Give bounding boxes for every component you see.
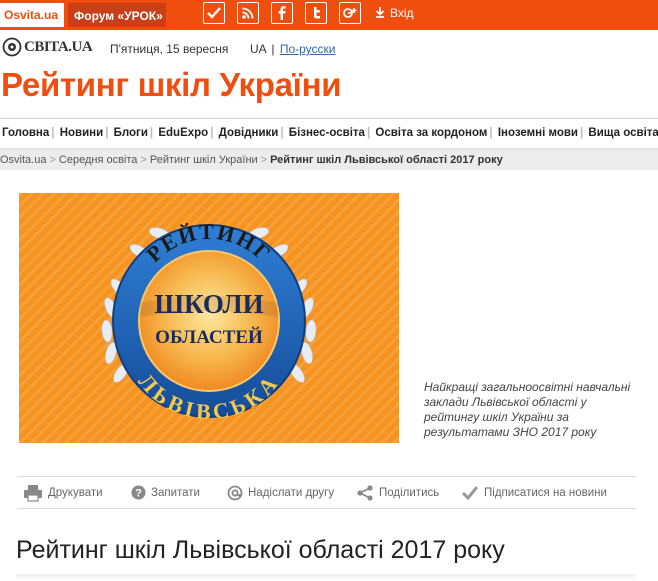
- twitter-icon[interactable]: [305, 2, 327, 24]
- lang-current: UA: [250, 42, 267, 56]
- site-logo[interactable]: СВІТА.UA: [2, 36, 102, 60]
- language-switcher: UA | По-русски: [250, 42, 335, 56]
- logo-text: СВІТА.UA: [24, 39, 93, 55]
- share-icon: [357, 485, 373, 501]
- nav-item-blogs[interactable]: Блоги: [112, 121, 150, 145]
- lang-separator: |: [271, 42, 275, 56]
- tab-forum-urok[interactable]: Форум «УРОК»: [68, 3, 166, 27]
- nav-item-education-abroad[interactable]: Освіта за кордоном: [373, 121, 489, 145]
- breadcrumb-current: Рейтинг шкіл Львівської області 2017 рок…: [270, 154, 503, 166]
- page-title[interactable]: Рейтинг шкіл України: [1, 66, 342, 104]
- article-title: Рейтинг шкіл Львівської області 2017 рок…: [16, 536, 505, 564]
- ask-button[interactable]: ? Запитати: [131, 483, 200, 503]
- print-label: Друкувати: [48, 487, 103, 499]
- login-label: Вхід: [390, 6, 414, 20]
- printer-icon: [24, 484, 42, 502]
- nav-divider: |: [280, 127, 284, 139]
- nav-item-business-education[interactable]: Бізнес-освіта: [287, 121, 367, 145]
- rss-icon[interactable]: [237, 2, 259, 24]
- download-arrow-icon: [375, 7, 385, 18]
- checkmark-icon[interactable]: [203, 2, 225, 24]
- svg-text:?: ?: [135, 488, 142, 500]
- actions-divider-bottom: [18, 508, 636, 509]
- subscribe-label: Підписатися на новини: [484, 487, 607, 499]
- breadcrumb-secondary-education[interactable]: Середня освіта: [59, 154, 138, 166]
- share-button[interactable]: Поділитись: [356, 483, 439, 503]
- print-button[interactable]: Друкувати: [23, 483, 103, 503]
- nav-divider: |: [366, 127, 371, 139]
- nav-item-higher-education[interactable]: Вища освіта: [586, 121, 658, 145]
- nav-item-foreign-languages[interactable]: Іноземні мови: [496, 121, 580, 145]
- globe-logo-icon: [2, 37, 22, 57]
- checkmark-icon: [461, 486, 479, 501]
- current-date: П'ятниця, 15 вересня: [110, 42, 229, 56]
- main-nav: Головна | Новини | Блоги | EduExpo | Довідни…: [0, 121, 658, 145]
- subscribe-button[interactable]: Підписатися на новини: [461, 483, 607, 503]
- nav-divider: |: [105, 127, 109, 139]
- nav-item-directories[interactable]: Довідники: [217, 121, 281, 145]
- at-sign-icon: [227, 485, 243, 501]
- facebook-icon[interactable]: [271, 2, 293, 24]
- nav-item-eduexpo[interactable]: EduExpo: [156, 121, 210, 145]
- badge-line1: ШКОЛИ: [154, 289, 263, 319]
- breadcrumb-school-rating[interactable]: Рейтинг шкіл України: [150, 154, 258, 166]
- nav-divider: |: [580, 127, 584, 139]
- login-link[interactable]: Вхід: [374, 5, 414, 21]
- nav-divider: |: [489, 127, 493, 139]
- google-plus-icon[interactable]: [339, 2, 361, 24]
- nav-item-home[interactable]: Головна: [0, 121, 51, 145]
- breadcrumb: Osvita.ua > Середня освіта > Рейтинг шкіл Ук…: [0, 151, 658, 170]
- breadcrumb-chevron-icon: >: [260, 154, 268, 166]
- top-bar: Osvita.ua Форум «УРОК» Вхід: [0, 0, 658, 30]
- nav-divider: |: [149, 127, 154, 139]
- image-caption: Найкращі загальноосвітні навчальні закла…: [424, 380, 631, 439]
- badge-line2: ОБЛАСТЕЙ: [155, 326, 263, 348]
- nav-divider: |: [51, 127, 55, 139]
- send-to-friend-button[interactable]: Надіслати другу: [227, 483, 334, 503]
- nav-divider: |: [210, 127, 214, 139]
- nav-item-news[interactable]: Новини: [58, 121, 105, 145]
- breadcrumb-chevron-icon: >: [140, 154, 147, 166]
- article-text-preview: [16, 574, 636, 581]
- ask-label: Запитати: [151, 487, 200, 499]
- hero-image: ШКОЛИ ОБЛАСТЕЙ РЕЙТИНГ ЛЬВІВСЬКА: [19, 193, 399, 443]
- question-icon: ?: [131, 485, 146, 500]
- breadcrumb-home[interactable]: Osvita.ua: [0, 154, 46, 166]
- lang-russian-link[interactable]: По-русски: [280, 42, 336, 56]
- actions-divider-top: [18, 476, 636, 477]
- tab-osvita[interactable]: Osvita.ua: [0, 3, 64, 27]
- nav-divider-top: [0, 118, 658, 119]
- share-label: Поділитись: [379, 487, 440, 499]
- breadcrumb-chevron-icon: >: [49, 154, 56, 166]
- send-label: Надіслати другу: [248, 487, 335, 499]
